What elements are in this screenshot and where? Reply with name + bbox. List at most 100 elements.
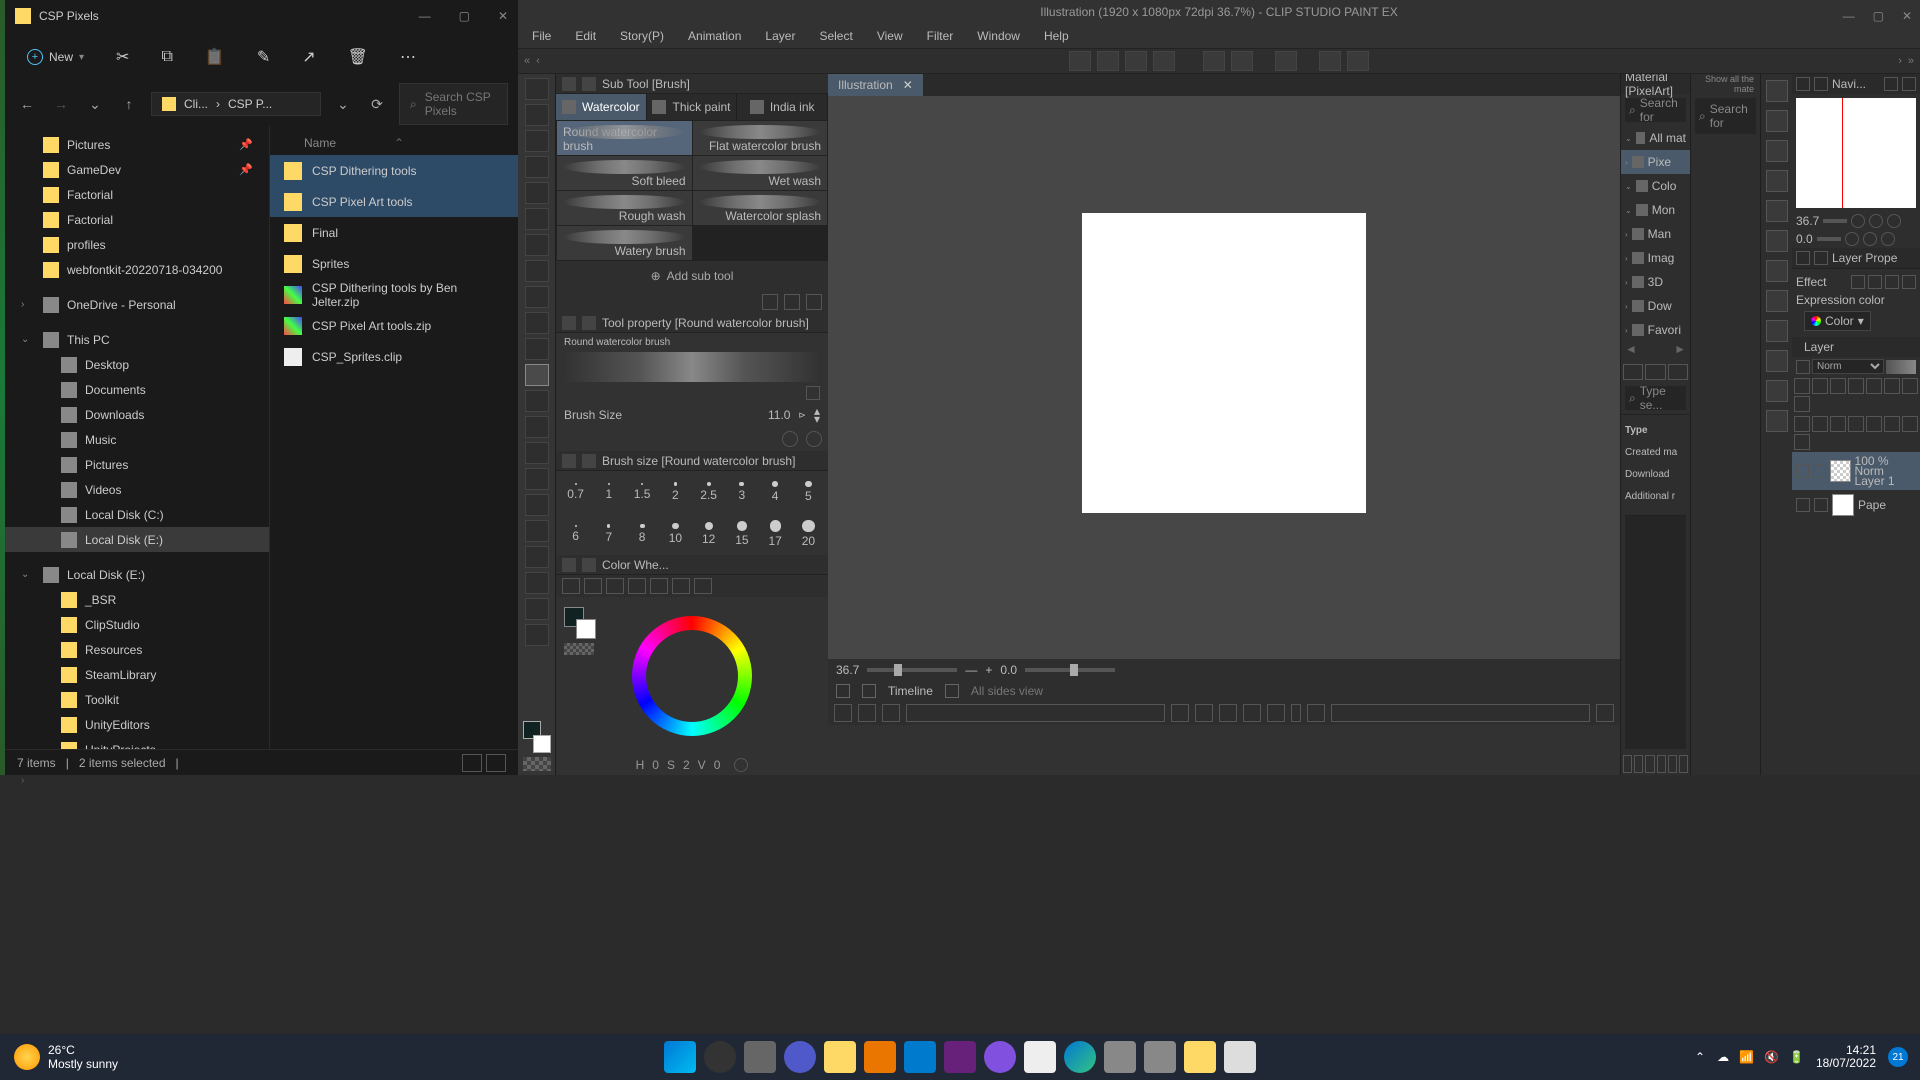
layer-tool[interactable] bbox=[1884, 416, 1900, 432]
drive-child[interactable]: SteamLibrary bbox=[5, 662, 269, 687]
brush-item[interactable]: Watery brush bbox=[557, 226, 692, 260]
size-preset[interactable]: 15 bbox=[726, 515, 757, 553]
navigator-thumbnail[interactable] bbox=[1796, 98, 1916, 208]
wifi-icon[interactable]: 📶 bbox=[1739, 1050, 1754, 1064]
tool-button[interactable] bbox=[525, 156, 549, 178]
thispc-child[interactable]: Desktop bbox=[5, 352, 269, 377]
zoom-in[interactable] bbox=[1869, 214, 1883, 228]
panel-toggle[interactable] bbox=[1766, 140, 1788, 162]
brush-tab[interactable]: Watercolor bbox=[556, 94, 647, 120]
type-additional[interactable]: Additional r bbox=[1625, 485, 1686, 507]
tool-button[interactable] bbox=[525, 494, 549, 516]
color-mode-select[interactable]: Color▾ bbox=[1804, 311, 1871, 331]
size-preset[interactable]: 3 bbox=[726, 473, 757, 511]
thispc-child[interactable]: Local Disk (C:) bbox=[5, 502, 269, 527]
blend-mode-select[interactable]: Norm bbox=[1812, 359, 1884, 374]
size-preset[interactable]: 8 bbox=[627, 515, 658, 553]
menu-filter[interactable]: Filter bbox=[927, 29, 954, 43]
tl-last[interactable] bbox=[1267, 704, 1285, 722]
csp-minimize[interactable]: — bbox=[1843, 4, 1855, 28]
panel-toggle[interactable] bbox=[1766, 380, 1788, 402]
undo-icon[interactable] bbox=[1203, 51, 1225, 71]
tool-button[interactable] bbox=[525, 416, 549, 438]
size-preset[interactable]: 4 bbox=[760, 473, 791, 511]
up-button[interactable]: ↑ bbox=[117, 96, 141, 112]
panel-toggle[interactable] bbox=[1766, 110, 1788, 132]
drive-item[interactable]: ⌄Local Disk (E:) bbox=[5, 562, 269, 587]
blender-app[interactable] bbox=[864, 1041, 896, 1073]
drive-child[interactable]: Toolkit bbox=[5, 687, 269, 712]
effect-btn[interactable] bbox=[1851, 275, 1865, 289]
crop-icon[interactable] bbox=[1347, 51, 1369, 71]
tl-btn[interactable] bbox=[882, 704, 900, 722]
document-tab[interactable]: Illustration✕ bbox=[828, 74, 923, 96]
redo-icon[interactable] bbox=[1231, 51, 1253, 71]
forward-button[interactable]: → bbox=[49, 96, 73, 112]
search-button[interactable] bbox=[704, 1041, 736, 1073]
material-folder[interactable]: ⌄All mat bbox=[1621, 126, 1690, 150]
panel-toggle[interactable] bbox=[1766, 410, 1788, 432]
menu-view[interactable]: View bbox=[877, 29, 903, 43]
brush-item[interactable]: Soft bleed bbox=[557, 156, 692, 190]
nav-next[interactable]: › bbox=[1898, 55, 1902, 67]
tool-button[interactable] bbox=[525, 312, 549, 334]
edit-toggle[interactable] bbox=[1814, 498, 1828, 512]
color-wheel[interactable] bbox=[556, 597, 828, 755]
tl-next[interactable] bbox=[1243, 704, 1261, 722]
thispc-child[interactable]: Downloads bbox=[5, 402, 269, 427]
nav-zoom-slider[interactable] bbox=[1823, 219, 1847, 223]
tl-settings[interactable] bbox=[1596, 704, 1614, 722]
app-icon[interactable] bbox=[1144, 1041, 1176, 1073]
delete-button[interactable]: 🗑 bbox=[348, 47, 368, 67]
zoom-out[interactable] bbox=[1851, 214, 1865, 228]
thispc-child[interactable]: Music bbox=[5, 427, 269, 452]
panel-toggle[interactable] bbox=[1766, 80, 1788, 102]
close-button[interactable]: ✕ bbox=[498, 9, 508, 23]
notification-badge[interactable]: 21 bbox=[1888, 1047, 1908, 1067]
file-item[interactable]: CSP Dithering tools by Ben Jelter.zip bbox=[270, 279, 518, 310]
menu-animation[interactable]: Animation bbox=[688, 29, 741, 43]
mat-foot-btn[interactable] bbox=[1657, 755, 1666, 773]
brush-item[interactable]: Watercolor splash bbox=[693, 191, 828, 225]
size-preset[interactable]: 1 bbox=[593, 473, 624, 511]
mat-foot-btn[interactable] bbox=[1623, 755, 1632, 773]
new-doc-icon[interactable] bbox=[1097, 51, 1119, 71]
brushsize-panel-header[interactable]: Brush size [Round watercolor brush] bbox=[556, 451, 828, 471]
effect-btn[interactable] bbox=[1902, 275, 1916, 289]
file-item[interactable]: Sprites bbox=[270, 248, 518, 279]
rot-cw[interactable] bbox=[1863, 232, 1877, 246]
size-preset[interactable]: 0.7 bbox=[560, 473, 591, 511]
material-folder[interactable]: ⌄Mon bbox=[1621, 198, 1690, 222]
brush-item[interactable]: Flat watercolor brush bbox=[693, 121, 828, 155]
layer-tool[interactable] bbox=[1794, 396, 1810, 412]
material-folder[interactable]: ›Favori bbox=[1621, 318, 1690, 342]
panel-icon[interactable] bbox=[784, 294, 800, 310]
tool-button[interactable] bbox=[525, 468, 549, 490]
nav-back[interactable]: « bbox=[524, 55, 530, 67]
material-folder[interactable]: ⌄Colo bbox=[1621, 174, 1690, 198]
effect-btn[interactable] bbox=[1868, 275, 1882, 289]
tl-btn[interactable] bbox=[858, 704, 876, 722]
layer-tool[interactable] bbox=[1794, 434, 1810, 450]
open-doc-icon[interactable] bbox=[1125, 51, 1147, 71]
menu-edit[interactable]: Edit bbox=[575, 29, 596, 43]
layer-tool[interactable] bbox=[1848, 378, 1864, 394]
task-view[interactable] bbox=[744, 1041, 776, 1073]
panel-toggle[interactable] bbox=[1766, 170, 1788, 192]
navigator-header[interactable]: Navi... bbox=[1792, 74, 1920, 94]
cw-tool[interactable] bbox=[606, 578, 624, 594]
onedrive-tray-icon[interactable]: ☁ bbox=[1717, 1050, 1729, 1064]
tool-button[interactable] bbox=[525, 572, 549, 594]
file-item[interactable]: CSP_Sprites.clip bbox=[270, 341, 518, 372]
size-preset[interactable]: 20 bbox=[793, 515, 824, 553]
thispc-child[interactable]: Documents bbox=[5, 377, 269, 402]
panel-icon[interactable] bbox=[762, 294, 778, 310]
csp-close[interactable]: ✕ bbox=[1902, 4, 1912, 28]
folder-app[interactable] bbox=[1184, 1041, 1216, 1073]
panel-toggle[interactable] bbox=[1766, 320, 1788, 342]
cw-tool[interactable] bbox=[650, 578, 668, 594]
mat-tool[interactable] bbox=[1623, 364, 1643, 380]
tl-play[interactable] bbox=[1219, 704, 1237, 722]
tool-button[interactable] bbox=[525, 182, 549, 204]
layer-tool[interactable] bbox=[1848, 416, 1864, 432]
